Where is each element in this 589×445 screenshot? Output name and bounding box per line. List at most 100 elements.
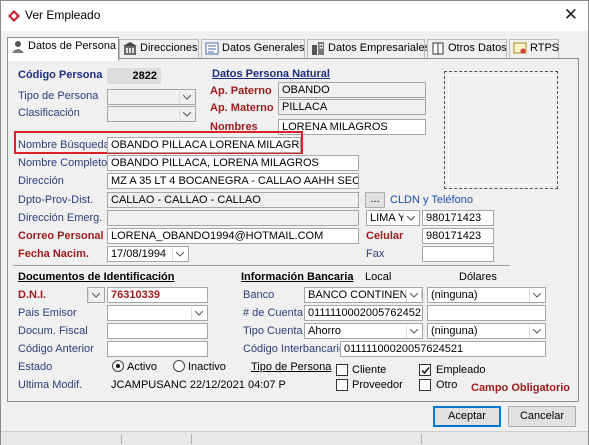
estado-label: Estado [18,361,53,373]
cuenta-dolares-field[interactable] [427,305,546,321]
tab-label: RTPS [530,42,560,54]
codigo-interbancario-field[interactable]: 01111100020057624521 [340,341,546,357]
ap-paterno-field[interactable]: OBANDO [278,82,426,98]
cldn-telefono-label: CLDN y Teléfono [390,194,473,206]
codigo-anterior-label: Código Anterior [18,343,94,355]
app-icon [8,10,20,22]
ap-paterno-label: Ap. Paterno [210,85,272,97]
ultima-modif-label: Ultima Modif. [18,379,83,391]
direccion-emerg-field[interactable] [107,210,359,226]
banco-label: Banco [243,289,275,301]
nombre-completo-field[interactable]: OBANDO PILLACA, LORENA MILAGROS [107,155,359,171]
direccion-field[interactable]: MZ A 35 LT 4 BOCANEGRA - CALLAO AAHH SEC… [107,173,359,189]
datos-persona-natural-header: Datos Persona Natural [212,68,330,80]
tipo-cuenta-dolares-select[interactable]: (ninguna) [427,323,546,339]
section-divider [13,265,510,266]
tipo-cuenta-local-select[interactable]: Ahorro [304,323,423,339]
tab-label: Datos de Persona [28,40,117,52]
dolares-label: Dólares [459,271,497,283]
campo-obligatorio-note: Campo Obligatorio [471,382,570,394]
form-icon [205,42,219,55]
status-bar [1,431,588,445]
documentos-header: Documentos de Identificación [18,271,175,283]
estado-inactivo-radio[interactable] [173,360,185,372]
banco-local-select[interactable]: BANCO CONTINENTAL [304,287,423,303]
dpto-browse-button[interactable]: ... [365,192,385,208]
tab-datos-generales[interactable]: Datos Generales [201,39,305,59]
numero-cuenta-label: # de Cuenta [243,307,303,319]
doc-type-select[interactable] [87,287,105,303]
chevron-down-icon[interactable] [179,91,194,104]
tipo-persona-select[interactable] [107,89,196,105]
cuenta-local-field[interactable]: 01111100020057624521 [304,305,423,321]
cldn-select[interactable]: LIMA Y [366,210,420,226]
otro-checkbox[interactable] [419,379,431,391]
celular-field[interactable]: 980171423 [422,228,494,244]
tab-label: Datos Empresariales [328,42,431,54]
celular-label: Celular [366,230,404,242]
fax-label: Fax [366,248,385,260]
estado-inactivo-label: Inactivo [188,361,226,373]
nombre-busqueda-field[interactable]: OBANDO PILLACA LORENA MILAGROS [107,137,301,153]
empleado-label: Empleado [436,364,486,376]
clasificacion-label: Clasificación [18,107,80,119]
ver-empleado-window: Ver Empleado ✕ Datos de Persona Direccio… [0,0,589,445]
cliente-label: Cliente [352,364,387,376]
chevron-down-icon[interactable] [172,248,187,261]
status-divider [191,434,192,444]
tab-direcciones[interactable]: Direcciones [119,39,199,59]
correo-personal-field[interactable]: LORENA_OBANDO1994@HOTMAIL.COM [107,228,359,244]
chevron-down-icon[interactable] [406,325,421,338]
pais-emisor-select[interactable] [107,305,208,321]
status-divider [421,434,422,444]
chevron-down-icon[interactable] [403,212,418,225]
tipo-cuenta-dolares-value: (ninguna) [431,325,478,337]
codigo-persona-label: Código Persona [18,69,103,81]
estado-activo-label: Activo [127,361,157,373]
empleado-checkbox[interactable] [419,364,431,376]
codigo-anterior-field[interactable] [107,341,208,357]
direccion-emerg-label: Dirección Emerg. [18,212,103,224]
tab-rtps[interactable]: RTPS [509,39,559,59]
aceptar-button[interactable]: Aceptar [433,406,501,427]
banco-dolares-select[interactable]: (ninguna) [427,287,546,303]
cliente-checkbox[interactable] [336,364,348,376]
close-icon[interactable]: ✕ [564,5,578,25]
tab-label: Datos Generales [222,42,305,54]
proveedor-label: Proveedor [352,379,403,391]
fax-field[interactable] [422,246,494,262]
fecha-nacim-select[interactable]: 17/08/1994 [107,246,189,262]
chevron-down-icon[interactable] [88,289,103,302]
direccion-label: Dirección [18,175,64,187]
chevron-down-icon[interactable] [529,325,544,338]
fecha-nacim-label: Fecha Nacim. [18,248,89,260]
proveedor-checkbox[interactable] [336,379,348,391]
telefono-field[interactable]: 980171423 [422,210,494,226]
chevron-down-icon[interactable] [406,289,421,302]
clasificacion-select[interactable] [107,106,196,122]
ap-materno-field[interactable]: PILLACA [278,99,426,115]
tab-label: Otros Datos [448,42,507,54]
estado-activo-radio[interactable] [112,360,124,372]
dpto-prov-dist-field[interactable]: CALLAO - CALLAO - CALLAO [107,192,359,208]
cancelar-button[interactable]: Cancelar [508,406,576,427]
nombre-busqueda-label: Nombre Búsqueda [18,139,110,151]
docum-fiscal-label: Docum. Fiscal [18,325,88,337]
docum-fiscal-field[interactable] [107,323,208,339]
buildings-icon [312,42,324,55]
codigo-interbancario-label: Código Interbancario [243,343,346,355]
tipo-persona-label: Tipo de Persona [18,90,99,102]
tab-datos-persona[interactable]: Datos de Persona [7,37,119,61]
chevron-down-icon[interactable] [191,307,206,320]
photo-placeholder[interactable] [444,71,558,189]
chevron-down-icon[interactable] [179,108,194,121]
tab-datos-empresariales[interactable]: Datos Empresariales [307,39,430,59]
window-title: Ver Empleado [25,8,101,22]
person-icon [12,41,24,53]
tab-otros-datos[interactable]: Otros Datos [427,39,507,59]
tipo-cuenta-local-value: Ahorro [308,325,342,337]
correo-personal-label: Correo Personal [18,230,104,242]
dpto-prov-dist-label: Dpto-Prov-Dist. [18,194,94,206]
dni-field[interactable]: 76310339 [107,287,208,303]
chevron-down-icon[interactable] [529,289,544,302]
